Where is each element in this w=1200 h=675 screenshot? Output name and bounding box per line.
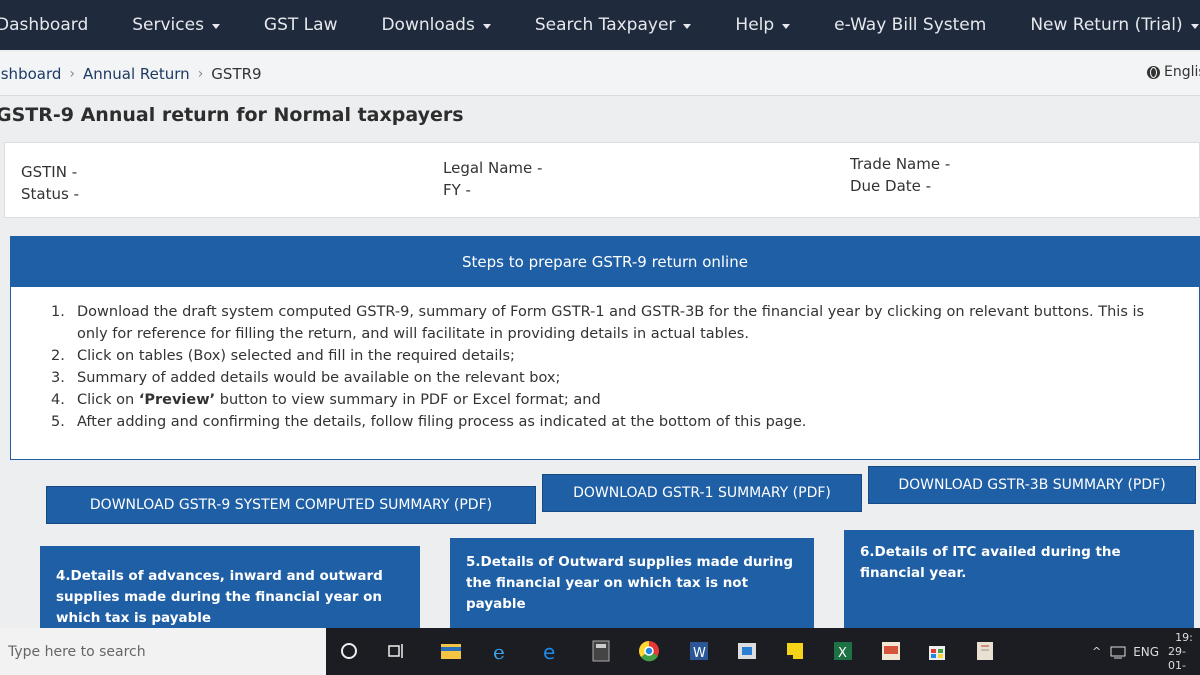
network-icon[interactable]	[1109, 645, 1127, 659]
language-label: English	[1164, 64, 1200, 80]
cortana-icon[interactable]	[336, 638, 362, 664]
nav-label: Search Taxpayer	[534, 15, 676, 35]
step-text: Download the draft system computed GSTR-…	[77, 304, 1145, 342]
chrome-icon[interactable]	[636, 638, 662, 664]
status-label: Status -	[21, 185, 79, 203]
nav-search-taxpayer[interactable]: Search Taxpayer	[513, 0, 714, 50]
step-text-bold: ‘Preview’	[138, 392, 216, 408]
file-explorer-icon[interactable]	[438, 638, 464, 664]
nav-label: e-Way Bill System	[834, 15, 987, 35]
svg-text:X: X	[838, 646, 847, 661]
due-date-label: Due Date -	[850, 177, 932, 195]
step-text: Click on	[77, 392, 139, 408]
store-icon[interactable]	[924, 638, 950, 664]
photo-app-icon[interactable]	[878, 638, 904, 664]
breadcrumb-dashboard[interactable]: Dashboard	[0, 65, 61, 83]
word-icon[interactable]: W	[686, 638, 712, 664]
step-text: Click on tables (Box) selected and fill …	[77, 348, 515, 364]
nav-eway-bill[interactable]: e-Way Bill System	[812, 0, 1008, 50]
sticky-notes-icon[interactable]	[782, 638, 808, 664]
step-number: 5.	[51, 414, 65, 430]
step-number: 1.	[51, 304, 65, 320]
nav-help[interactable]: Help	[713, 0, 812, 50]
step-number: 2.	[51, 348, 65, 364]
step-item: 1. Download the draft system computed GST…	[51, 301, 1179, 345]
nav-label: Services	[132, 15, 204, 35]
download-gstr9-button[interactable]: DOWNLOAD GSTR-9 SYSTEM COMPUTED SUMMARY …	[46, 486, 536, 524]
steps-heading: Steps to prepare GSTR-9 return online	[11, 237, 1199, 287]
language-indicator[interactable]: ENG	[1133, 645, 1159, 659]
gstin-label: GSTIN -	[21, 163, 78, 181]
nav-label: GST Law	[263, 15, 338, 35]
task-view-icon[interactable]	[384, 638, 410, 664]
chevron-right-icon: ›	[69, 65, 75, 82]
tile-table-5[interactable]: 5.Details of Outward supplies made durin…	[450, 538, 814, 630]
step-item: 5. After adding and confirming the detail…	[51, 411, 1179, 433]
caret-down-icon	[782, 23, 791, 29]
excel-icon[interactable]: X	[830, 638, 856, 664]
step-item: 4. Click on ‘Preview’ button to view summ…	[51, 389, 1179, 411]
breadcrumb: Dashboard › Annual Return › GSTR9 Englis…	[0, 52, 1200, 96]
clock[interactable]: 19: 29-01-	[1168, 628, 1200, 675]
breadcrumb-gstr9: GSTR9	[211, 64, 262, 83]
download-gstr3b-button[interactable]: DOWNLOAD GSTR-3B SUMMARY (PDF)	[868, 466, 1196, 504]
page-title: GSTR-9 Annual return for Normal taxpayer…	[0, 104, 464, 126]
taskbar: Type here to search e e W X ^ ENG 19: 29…	[0, 628, 1200, 675]
svg-text:e: e	[543, 640, 555, 664]
download-gstr1-button[interactable]: DOWNLOAD GSTR-1 SUMMARY (PDF)	[542, 474, 862, 512]
caret-down-icon	[1190, 23, 1199, 29]
breadcrumb-annual-return[interactable]: Annual Return	[83, 65, 190, 83]
svg-text:W: W	[693, 646, 706, 661]
nav-downloads[interactable]: Downloads	[359, 0, 512, 50]
nav-new-return[interactable]: New Return (Trial)	[1008, 0, 1200, 50]
step-text: button to view summary in PDF or Excel f…	[215, 392, 601, 408]
edge-icon[interactable]: e	[538, 638, 564, 664]
nav-label: Dashboard	[0, 15, 89, 35]
caret-down-icon	[683, 23, 692, 29]
calculator-icon[interactable]	[588, 638, 614, 664]
clock-date: 29-01-	[1168, 644, 1186, 672]
internet-explorer-icon[interactable]: e	[488, 638, 514, 664]
nav-label: New Return (Trial)	[1030, 15, 1183, 35]
steps-panel: Steps to prepare GSTR-9 return online 1.…	[10, 236, 1200, 460]
top-nav: Dashboard Services GST Law Downloads Sea…	[0, 0, 1200, 50]
system-tray: ^ ENG	[1092, 628, 1159, 675]
trade-name-label: Trade Name -	[850, 155, 951, 173]
globe-icon	[1147, 65, 1160, 79]
step-number: 3.	[51, 370, 65, 386]
chevron-right-icon: ›	[197, 65, 204, 82]
steps-list: 1. Download the draft system computed GST…	[11, 287, 1199, 433]
svg-text:e: e	[493, 640, 505, 664]
taskbar-search-input[interactable]: Type here to search	[0, 628, 326, 675]
tile-table-4[interactable]: 4.Details of advances, inward and outwar…	[40, 546, 420, 630]
language-selector[interactable]: English	[1147, 64, 1200, 80]
nav-label: Downloads	[381, 15, 475, 35]
step-text: After adding and confirming the details,…	[77, 414, 807, 430]
tile-table-6[interactable]: 6.Details of ITC availed during the fina…	[844, 530, 1194, 630]
nav-dashboard[interactable]: Dashboard	[0, 0, 110, 50]
caret-down-icon	[482, 23, 491, 29]
fy-label: FY -	[443, 181, 471, 199]
nav-services[interactable]: Services	[110, 0, 242, 50]
step-text: Summary of added details would be availa…	[77, 370, 561, 386]
window-app-icon[interactable]	[734, 638, 760, 664]
step-item: 2. Click on tables (Box) selected and fil…	[51, 345, 1179, 367]
legal-name-label: Legal Name -	[443, 159, 543, 177]
nav-label: Help	[735, 15, 775, 35]
caret-down-icon	[211, 23, 220, 29]
taxpayer-details: GSTIN - Status - Legal Name - FY - Trade…	[4, 142, 1200, 218]
step-number: 4.	[51, 392, 65, 408]
notebook-app-icon[interactable]	[972, 638, 998, 664]
clock-time: 19:	[1175, 630, 1193, 644]
chevron-up-icon[interactable]: ^	[1092, 645, 1101, 658]
nav-gst-law[interactable]: GST Law	[242, 0, 360, 50]
step-item: 3. Summary of added details would be avai…	[51, 367, 1179, 389]
